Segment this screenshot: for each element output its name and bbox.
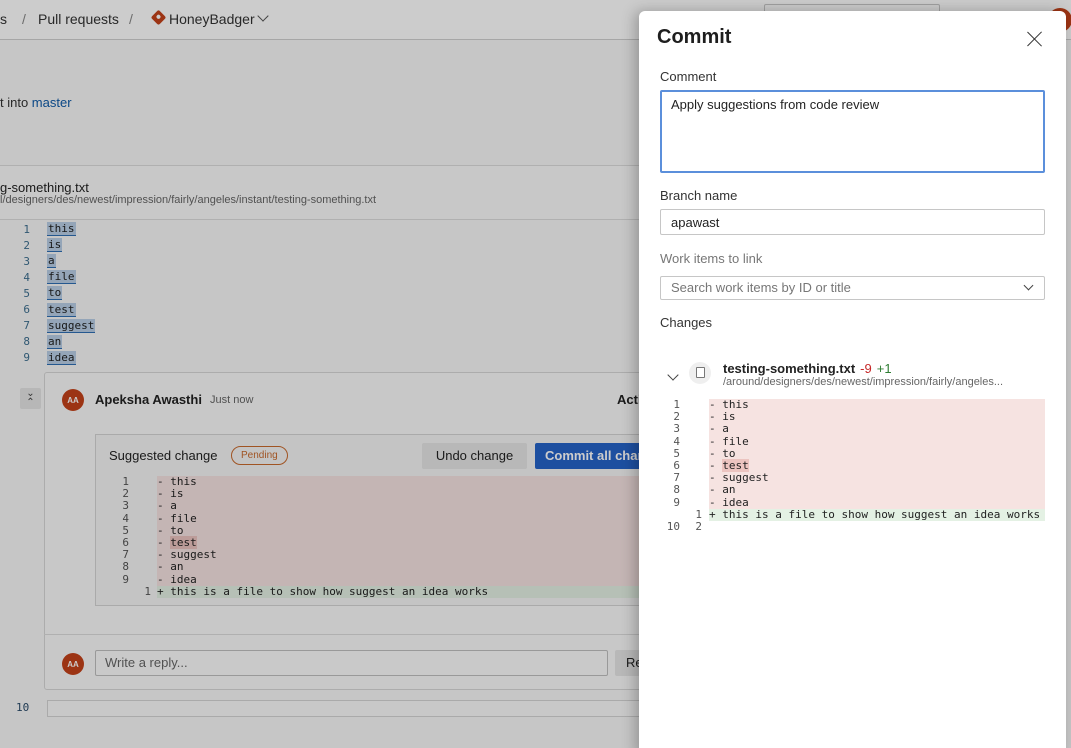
chevron-down-icon [1023, 280, 1034, 291]
diff-text: this is a file to show how suggest an id… [722, 507, 1041, 521]
work-items-label: Work items to link [660, 251, 763, 266]
work-items-placeholder: Search work items by ID or title [671, 280, 851, 295]
comment-textarea[interactable]: Apply suggestions from code review [660, 90, 1045, 173]
minus-sign: - [709, 471, 716, 485]
work-items-dropdown[interactable]: Search work items by ID or title [660, 276, 1045, 300]
branch-name-label: Branch name [660, 188, 738, 203]
changed-file-name: testing-something.txt -9 +1 [723, 361, 892, 376]
minus-sign: - [709, 458, 716, 472]
minus-sign: - [709, 483, 716, 497]
diff-line-body: - a [709, 422, 1045, 436]
diff-row-deleted: 4 - file [660, 434, 1045, 448]
additions-count: +1 [876, 361, 892, 376]
diff-line-body: - suggest [709, 471, 1045, 485]
diff-text: this [722, 398, 749, 411]
old-line-number: 3 [673, 422, 680, 436]
diff-text: to [722, 446, 736, 460]
deletions-count: -9 [860, 361, 872, 376]
diff-row-added: 1 + this is a file to show how suggest an… [660, 507, 1045, 521]
old-line-number: 8 [673, 483, 680, 497]
close-icon[interactable] [1026, 30, 1044, 48]
diff-text: is [722, 410, 736, 424]
branch-name-input[interactable] [660, 209, 1045, 235]
panel-title: Commit [657, 26, 732, 48]
diff-line-body: - is [709, 410, 1045, 424]
minus-sign: - [709, 398, 716, 411]
changes-label: Changes [660, 315, 713, 330]
new-line-number: 2 [695, 519, 702, 533]
minus-sign: - [709, 434, 716, 448]
diff-line-body: - file [709, 434, 1045, 448]
diff-row-deleted: 8 - an [660, 483, 1045, 497]
old-line-number: 4 [673, 434, 680, 448]
diff-line-body: - to [709, 446, 1045, 460]
diff-line-body: - this [709, 398, 1045, 412]
diff-line-body: + this is a file to show how suggest an … [709, 507, 1045, 521]
minus-sign: - [709, 422, 716, 436]
comment-label: Comment [660, 69, 717, 84]
changed-file-title: testing-something.txt [723, 361, 856, 376]
diff-text: an [722, 483, 736, 497]
diff-text: idea [722, 495, 749, 509]
plus-sign: + [709, 507, 716, 521]
old-line-number: 9 [673, 495, 680, 509]
commit-diff: 1- this 2- is 3- a4- file 5- to 6- test 7- su… [660, 398, 1045, 533]
changed-file-path: /around/designers/des/newest/impression/… [723, 376, 1004, 388]
file-icon-wrap [689, 362, 711, 384]
minus-sign: - [709, 446, 716, 460]
diff-row: 10 2 [660, 519, 1045, 533]
minus-sign: - [709, 495, 716, 509]
diff-text: file [722, 434, 749, 448]
diff-text: test [722, 458, 749, 472]
diff-line-body: - an [709, 483, 1045, 497]
commit-panel: Commit Comment Apply suggestions from co… [639, 11, 1066, 748]
diff-row-deleted: 3 - a [660, 422, 1045, 436]
old-line-number: 10 [666, 519, 680, 533]
file-icon [696, 367, 705, 378]
minus-sign: - [709, 410, 716, 424]
expand-chevron-icon[interactable] [667, 369, 679, 381]
diff-text: a [722, 422, 729, 436]
diff-text: suggest [722, 471, 769, 485]
